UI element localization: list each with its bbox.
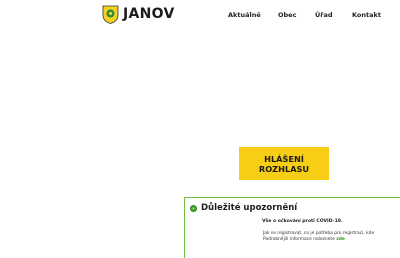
- info-dot-icon: [190, 204, 197, 212]
- nav-item-aktualne[interactable]: Aktuálně: [228, 11, 261, 19]
- hlaseni-rozhlasu-button[interactable]: HLÁŠENÍ ROZHLASU: [239, 147, 329, 180]
- notice-text-line: Jak se registrovat, co je potřeba pro re…: [263, 231, 375, 236]
- notice-title: Důležité upozornění: [201, 203, 298, 213]
- notice-headline: Vše o očkování proti COVID-19.: [262, 219, 343, 224]
- nav-item-urad[interactable]: Úřad: [315, 11, 333, 19]
- nav-item-obec[interactable]: Obec: [278, 11, 296, 19]
- main-navigation: Aktuálně Obec Úřad Kontakt: [0, 11, 400, 23]
- notice-more-info-link[interactable]: zde: [336, 237, 345, 242]
- notice-header: Důležité upozornění: [190, 203, 297, 213]
- notice-text-line: Podrobnější informace naleznete zde: [263, 237, 345, 242]
- site-header: JANOV Aktuálně Obec Úřad Kontakt: [0, 0, 400, 34]
- notice-more-info-text: Podrobnější informace naleznete: [263, 237, 337, 242]
- important-notice-panel: Důležité upozornění Vše o očkování proti…: [184, 197, 400, 258]
- nav-item-kontakt[interactable]: Kontakt: [352, 11, 381, 19]
